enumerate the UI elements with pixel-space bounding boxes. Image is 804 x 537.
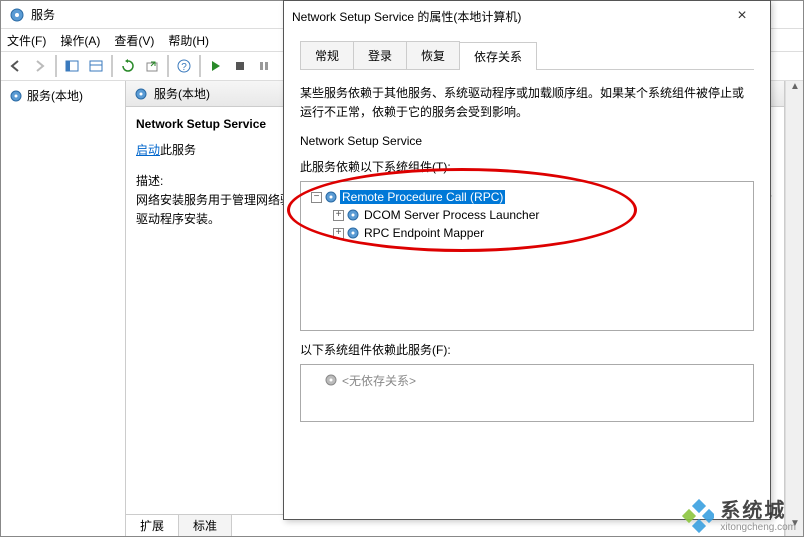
watermark-logo-icon [680,499,714,533]
tree-item-label: DCOM Server Process Launcher [362,208,541,222]
menu-action[interactable]: 操作(A) [60,32,100,49]
left-tree-pane: 服务(本地) [1,81,126,536]
dialog-tabs: 常规 登录 恢复 依存关系 [300,41,754,70]
dependencies-info-text: 某些服务依赖于其他服务、系统驱动程序或加载顺序组。如果某个系统组件被停止或运行不… [300,84,754,122]
vertical-scrollbar[interactable]: ▲ ▼ [785,81,803,536]
watermark-text: 系统城 xitongcheng.com [720,500,796,533]
dialog-titlebar: Network Setup Service 的属性(本地计算机) × [284,1,770,31]
tree-item-dcom[interactable]: + DCOM Server Process Launcher [305,206,749,224]
services-app-icon [9,7,25,23]
depended-by-label: 以下系统组件依赖此服务(F): [300,341,754,358]
tab-logon[interactable]: 登录 [353,41,407,69]
menu-file[interactable]: 文件(F) [7,32,46,49]
tree-item-label: Remote Procedure Call (RPC) [340,190,505,204]
tab-dependencies[interactable]: 依存关系 [459,42,537,70]
main-title: 服务 [31,6,55,23]
back-button[interactable] [5,55,27,77]
toolbar-separator [55,55,57,77]
gear-icon [324,190,338,204]
menu-view[interactable]: 查看(V) [114,32,154,49]
menu-help[interactable]: 帮助(H) [168,32,209,49]
scroll-up-icon[interactable]: ▲ [786,81,804,99]
show-hide-tree-button[interactable] [61,55,83,77]
svg-text:?: ? [181,62,187,73]
toolbar-separator [167,55,169,77]
gear-icon [346,226,360,240]
depended-by-section: 以下系统组件依赖此服务(F): <无依存关系> [300,341,754,422]
stop-service-button[interactable] [229,55,251,77]
depends-on-tree[interactable]: − Remote Procedure Call (RPC) + DCOM Ser… [300,181,754,331]
collapse-icon[interactable]: − [311,192,322,203]
tab-general[interactable]: 常规 [300,41,354,69]
tab-extended[interactable]: 扩展 [126,515,179,536]
dialog-title: Network Setup Service 的属性(本地计算机) [292,8,722,25]
close-button[interactable]: × [722,2,762,30]
center-header-label: 服务(本地) [154,85,210,102]
tab-recovery[interactable]: 恢复 [406,41,460,69]
toolbar-separator [199,55,201,77]
tree-node-services-local[interactable]: 服务(本地) [7,85,119,106]
properties-dialog: Network Setup Service 的属性(本地计算机) × 常规 登录… [283,0,771,520]
pause-service-button[interactable] [253,55,275,77]
gear-icon [134,87,148,101]
service-name-label: Network Setup Service [300,134,754,148]
gear-icon [346,208,360,222]
watermark-main: 系统城 [720,500,796,522]
tree-item-rpc[interactable]: − Remote Procedure Call (RPC) [305,188,749,206]
toolbar-separator [111,55,113,77]
expand-icon[interactable]: + [333,228,344,239]
tree-item-none: <无依存关系> [305,371,749,389]
tree-node-label: 服务(本地) [27,87,83,104]
export-button[interactable] [141,55,163,77]
start-service-button[interactable] [205,55,227,77]
start-service-link[interactable]: 启动 [136,143,160,157]
help-button[interactable]: ? [173,55,195,77]
forward-button[interactable] [29,55,51,77]
tree-item-label: <无依存关系> [340,372,418,389]
dialog-body: 常规 登录 恢复 依存关系 某些服务依赖于其他服务、系统驱动程序或加载顺序组。如… [284,31,770,519]
depends-on-section: 此服务依赖以下系统组件(T): − Remote Procedure Call … [300,158,754,331]
refresh-button[interactable] [117,55,139,77]
depends-on-label: 此服务依赖以下系统组件(T): [300,158,754,175]
gear-icon [324,373,338,387]
tab-standard[interactable]: 标准 [179,515,232,536]
details-button[interactable] [85,55,107,77]
start-service-suffix: 此服务 [160,143,196,157]
watermark-sub: xitongcheng.com [720,522,796,533]
watermark: 系统城 xitongcheng.com [680,499,796,533]
tree-item-rpc-endpoint[interactable]: + RPC Endpoint Mapper [305,224,749,242]
expand-icon[interactable]: + [333,210,344,221]
depended-by-tree[interactable]: <无依存关系> [300,364,754,422]
gear-icon [9,89,23,103]
tree-item-label: RPC Endpoint Mapper [362,226,486,240]
